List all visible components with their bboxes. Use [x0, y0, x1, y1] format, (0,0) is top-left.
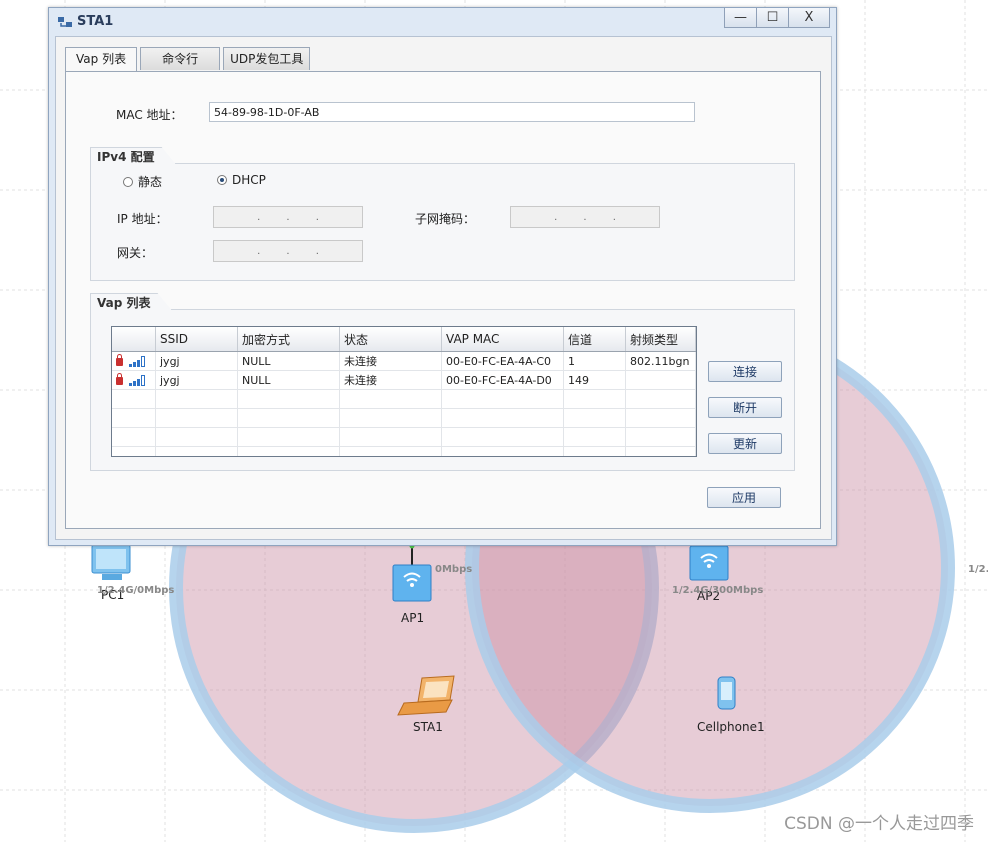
cell-status: 未连接 — [339, 351, 442, 371]
disconnect-button[interactable]: 断开 — [708, 397, 782, 418]
dhcp-radio-label: DHCP — [232, 173, 266, 187]
tab-bar: Vap 列表 命令行 UDP发包工具 — [65, 47, 313, 71]
col-ssid[interactable]: SSID — [155, 327, 238, 352]
station-icon — [58, 17, 72, 27]
vap-list-page: MAC 地址： 54-89-98-1D-0F-AB IPv4 配置 静态 DHC… — [65, 71, 821, 529]
empty-row — [112, 389, 696, 409]
col-icon — [112, 327, 156, 352]
dhcp-radio[interactable]: DHCP — [217, 173, 266, 187]
cell-status: 未连接 — [339, 370, 442, 390]
ap1-label: AP1 — [401, 611, 425, 625]
static-radio[interactable]: 静态 — [123, 173, 162, 190]
mac-label: MAC 地址： — [116, 108, 183, 122]
cell-channel: 149 — [563, 370, 626, 390]
col-channel[interactable]: 信道 — [563, 327, 626, 352]
empty-row — [112, 408, 696, 428]
ipv4-group-title: IPv4 配置 — [90, 147, 176, 164]
static-radio-label: 静态 — [138, 175, 163, 189]
tab-command-line[interactable]: 命令行 — [140, 47, 221, 70]
cell-channel: 1 — [563, 351, 626, 371]
pc1-icon[interactable] — [91, 544, 131, 580]
cell-encryption: NULL — [237, 351, 340, 371]
vap-list-group: Vap 列表 SSID 加密方式 状态 VAP MAC 信道 射频类型 jygj… — [90, 309, 795, 471]
cell-ssid: jygj — [155, 351, 238, 371]
empty-row — [112, 446, 696, 456]
cell-ssid: jygj — [155, 370, 238, 390]
subnet-mask-label: 子网掩码： — [415, 212, 476, 226]
ap1-rate-label: 0Mbps — [435, 564, 473, 575]
maximize-button[interactable]: ☐ — [756, 8, 789, 28]
cellphone1-icon[interactable] — [717, 676, 736, 710]
empty-row — [112, 427, 696, 447]
sta1-label: STA1 — [413, 720, 443, 734]
ap2-icon[interactable] — [689, 545, 729, 581]
vap-table-header: SSID 加密方式 状态 VAP MAC 信道 射频类型 — [112, 327, 696, 352]
dhcp-radio-dot — [217, 175, 227, 185]
row-icons — [112, 351, 156, 371]
subnet-mask-field[interactable]: ... — [510, 206, 660, 228]
vap-group-title: Vap 列表 — [90, 293, 172, 310]
window-title: STA1 — [77, 14, 114, 29]
cell-radio-type: 802.11bgn — [625, 351, 696, 371]
col-status[interactable]: 状态 — [339, 327, 442, 352]
gateway-field[interactable]: ... — [213, 240, 363, 262]
vap-table: SSID 加密方式 状态 VAP MAC 信道 射频类型 jygj NULL 未… — [111, 326, 697, 457]
lock-icon — [116, 353, 123, 366]
signal-strength-icon — [128, 356, 145, 367]
ip-address-field[interactable]: ... — [213, 206, 363, 228]
static-radio-dot — [123, 176, 133, 187]
row-icons — [112, 370, 156, 390]
ap2-rate-label: 1/2.4G/300Mbps — [672, 585, 764, 596]
tab-vap-list[interactable]: Vap 列表 — [65, 47, 138, 71]
connect-button[interactable]: 连接 — [708, 361, 782, 382]
cell-radio-type — [625, 370, 696, 390]
cellphone1-label: Cellphone1 — [697, 720, 765, 734]
col-vap-mac[interactable]: VAP MAC — [441, 327, 564, 352]
table-row[interactable]: jygj NULL 未连接 00-E0-FC-EA-4A-D0 149 — [112, 370, 696, 390]
pc1-rate-label: 1/2.4G/0Mbps — [97, 585, 175, 596]
mac-address-field[interactable]: 54-89-98-1D-0F-AB — [209, 102, 695, 122]
tab-udp-tool[interactable]: UDP发包工具 — [223, 47, 311, 70]
lock-icon — [116, 372, 123, 385]
gateway-label: 网关： — [117, 246, 154, 260]
minimize-button[interactable]: — — [724, 8, 757, 28]
close-button[interactable]: X — [788, 8, 830, 28]
cell-vap-mac: 00-E0-FC-EA-4A-C0 — [441, 351, 564, 371]
col-encryption[interactable]: 加密方式 — [237, 327, 340, 352]
refresh-button[interactable]: 更新 — [708, 433, 782, 454]
cell-vap-mac: 00-E0-FC-EA-4A-D0 — [441, 370, 564, 390]
csdn-watermark: CSDN @一个人走过四季 — [784, 814, 974, 834]
apply-button[interactable]: 应用 — [707, 487, 781, 508]
ipv4-config-group: IPv4 配置 静态 DHCP IP 地址： ... 子网掩码： ... 网关： — [90, 163, 795, 281]
signal-strength-icon — [128, 375, 145, 386]
sta1-config-window: STA1 — ☐ X Vap 列表 命令行 UDP发包工具 MAC 地址： 54… — [48, 7, 837, 546]
col-radio-type[interactable]: 射频类型 — [625, 327, 696, 352]
table-row[interactable]: jygj NULL 未连接 00-E0-FC-EA-4A-C0 1 802.11… — [112, 351, 696, 371]
window-client-area: Vap 列表 命令行 UDP发包工具 MAC 地址： 54-89-98-1D-0… — [55, 36, 832, 540]
ip-address-label: IP 地址： — [117, 212, 168, 226]
edge-rate-label: 1/2.4 — [968, 564, 988, 575]
window-titlebar[interactable]: STA1 — ☐ X — [49, 8, 836, 36]
cell-encryption: NULL — [237, 370, 340, 390]
